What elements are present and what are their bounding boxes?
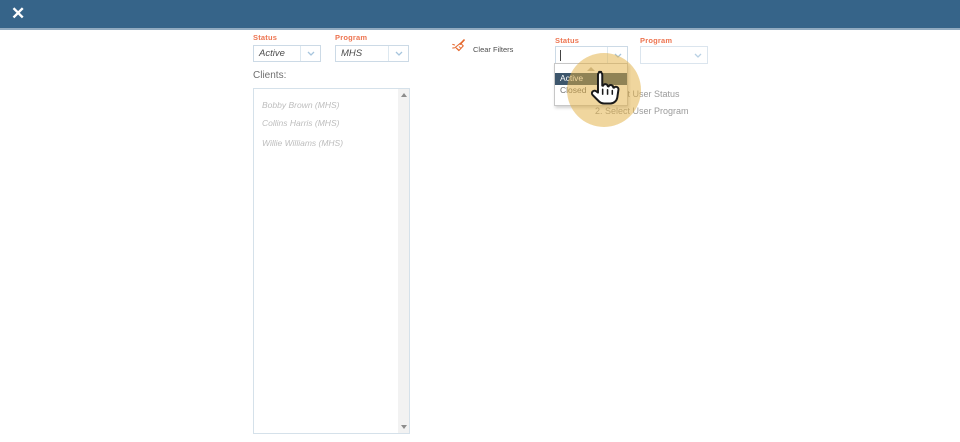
broom-icon <box>451 38 468 60</box>
list-item[interactable]: Bobby Brown (MHS) <box>254 89 409 113</box>
left-program-value: MHS <box>341 48 363 59</box>
status-dropdown-panel: Active Closed <box>554 63 628 106</box>
dropdown-scroll-up[interactable] <box>555 64 627 73</box>
clients-listbox[interactable]: Bobby Brown (MHS) Collins Harris (MHS) W… <box>253 88 410 434</box>
chevron-down-icon[interactable] <box>607 47 627 63</box>
chevron-down-icon[interactable] <box>688 47 707 63</box>
right-status-value <box>561 47 607 63</box>
dropdown-option-active[interactable]: Active <box>555 73 627 85</box>
scroll-down-icon[interactable] <box>400 425 407 429</box>
chevron-down-icon[interactable] <box>300 46 320 61</box>
left-program-label: Program <box>335 33 368 42</box>
left-status-value: Active <box>259 48 285 59</box>
left-status-label: Status <box>253 33 278 42</box>
right-status-select[interactable] <box>555 46 628 64</box>
scroll-up-icon[interactable] <box>400 93 407 97</box>
scrollbar[interactable] <box>398 89 409 433</box>
title-bar: ✕ <box>0 0 960 30</box>
close-icon[interactable]: ✕ <box>11 3 25 25</box>
left-program-select[interactable]: MHS <box>335 45 409 62</box>
dropdown-option-closed[interactable]: Closed <box>555 85 627 97</box>
chevron-down-icon[interactable] <box>388 46 408 61</box>
clear-filters-label: Clear Filters <box>473 44 514 54</box>
right-program-select[interactable] <box>640 46 708 64</box>
scroll-up-icon <box>587 67 595 71</box>
right-status-label: Status <box>555 36 580 45</box>
right-program-value <box>641 47 688 63</box>
right-program-label: Program <box>640 36 673 45</box>
clients-label: Clients: <box>253 70 287 81</box>
list-item[interactable]: Willie Williams (MHS) <box>254 133 409 153</box>
clear-filters-button[interactable]: Clear Filters <box>451 38 513 60</box>
left-status-select[interactable]: Active <box>253 45 321 62</box>
list-item[interactable]: Collins Harris (MHS) <box>254 113 409 133</box>
